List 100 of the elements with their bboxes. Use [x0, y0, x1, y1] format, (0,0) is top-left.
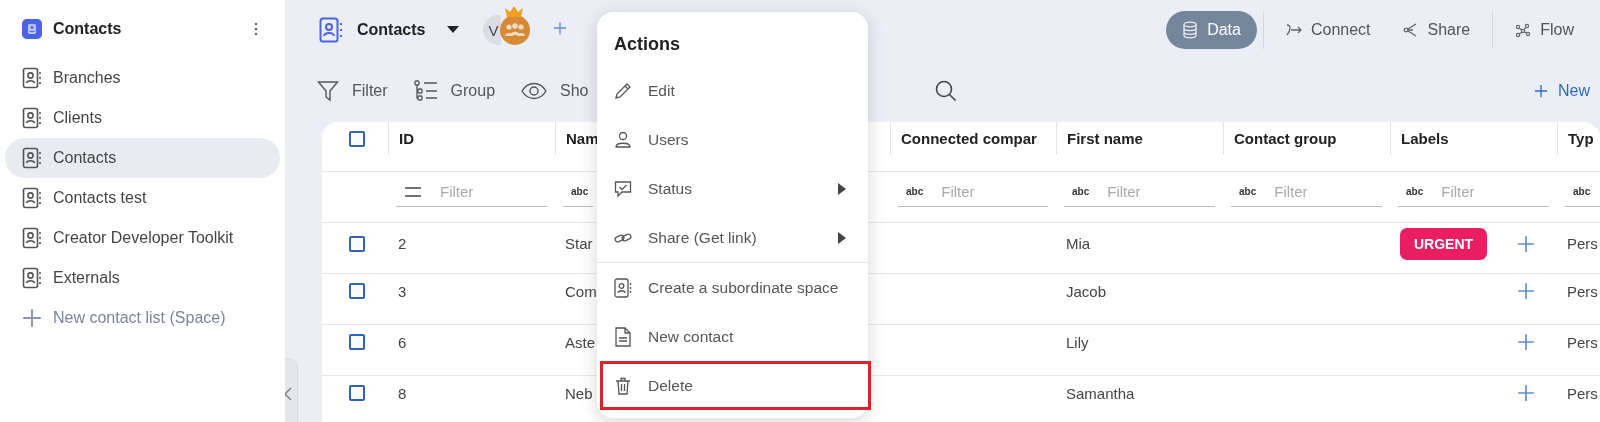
text-type-icon: abc [571, 186, 589, 197]
column-header[interactable]: Typ [1568, 130, 1594, 147]
contact-book-icon [22, 187, 42, 209]
app-logo-icon [22, 19, 42, 39]
menu-item[interactable]: New contact [597, 312, 868, 361]
sidebar-title: Contacts [53, 20, 123, 38]
view-tab[interactable]: Flow [1499, 11, 1590, 49]
table-cell: Pers [1567, 333, 1598, 351]
table-cell: Com [565, 282, 597, 300]
toolbar-button[interactable]: Sho [521, 82, 589, 100]
table-cell: Jacob [1066, 282, 1107, 300]
add-label-icon [1517, 333, 1535, 351]
contact-book-icon [614, 277, 632, 298]
menu-title: Actions [614, 33, 681, 56]
table-cell: Pers [1567, 384, 1598, 402]
checkbox[interactable] [349, 130, 365, 147]
group-tree-icon [413, 80, 438, 102]
new-button[interactable]: New [1534, 82, 1590, 100]
menu-item[interactable]: Create a subordinate space [597, 263, 868, 312]
equals-icon [404, 186, 422, 197]
contact-book-icon [22, 227, 42, 249]
document-icon [615, 326, 631, 347]
crown-icon [504, 5, 525, 17]
menu-item[interactable]: Share (Get link) [597, 213, 868, 262]
column-header[interactable]: ID [399, 130, 414, 147]
share-icon [1402, 23, 1419, 37]
person-icon [614, 130, 632, 149]
column-header[interactable]: Contact group [1234, 130, 1337, 147]
checkbox[interactable] [349, 385, 365, 401]
add-member-icon [553, 21, 568, 35]
table-cell: Mia [1066, 235, 1091, 252]
link-icon [614, 230, 632, 245]
chevron-left-icon [285, 387, 292, 401]
add-label-icon [1517, 282, 1535, 300]
filter-field[interactable]: abc Filter [898, 177, 1048, 207]
sidebar-item[interactable]: Creator Developer Toolkit [5, 218, 280, 258]
label-tag: URGENT [1400, 227, 1488, 260]
menu-item[interactable]: Edit [597, 66, 868, 115]
toolbar-button[interactable]: Group [413, 80, 496, 102]
plus-icon [22, 308, 42, 328]
table-cell: 8 [398, 384, 407, 402]
column-header[interactable]: Labels [1401, 130, 1449, 147]
text-type-icon: abc [906, 186, 924, 197]
plus-icon [1534, 84, 1548, 98]
filter-field[interactable]: abc Filter [1398, 177, 1549, 207]
table-cell: Lily [1066, 333, 1089, 351]
contact-book-icon [22, 107, 42, 129]
filter-funnel-icon [317, 80, 339, 102]
view-tab[interactable]: Data [1166, 11, 1257, 49]
contact-book-icon [22, 67, 42, 89]
filter-field[interactable]: abc [1565, 177, 1600, 207]
chat-check-icon [614, 179, 632, 198]
sidebar-item[interactable]: Contacts [5, 138, 280, 178]
sidebar-item[interactable]: Branches [5, 58, 280, 98]
connect-arrow-icon [1285, 23, 1302, 37]
table-cell: Pers [1567, 282, 1598, 300]
checkbox[interactable] [349, 235, 365, 252]
toolbar-button[interactable]: Filter [317, 80, 388, 102]
sidebar-item[interactable]: Contacts test [5, 178, 280, 218]
search-icon[interactable] [934, 80, 957, 102]
table-cell: 3 [398, 282, 407, 300]
add-label-icon [1517, 384, 1535, 402]
table-cell: Neb [565, 384, 593, 402]
database-icon [1182, 21, 1199, 39]
contact-book-icon [319, 17, 343, 43]
filter-field[interactable]: abc [563, 177, 593, 207]
text-type-icon: abc [1239, 186, 1257, 197]
menu-item[interactable]: Delete [600, 361, 871, 410]
column-header[interactable]: First name [1067, 130, 1143, 147]
text-type-icon: abc [1406, 186, 1424, 197]
menu-item[interactable]: Users [597, 115, 868, 164]
text-type-icon: abc [1072, 186, 1090, 197]
checkbox[interactable] [349, 283, 365, 299]
sidebar-item[interactable]: Externals [5, 258, 280, 298]
add-label-icon [1517, 234, 1535, 253]
table-cell: Aste [565, 333, 595, 351]
view-tab[interactable]: Share [1386, 11, 1487, 49]
pencil-icon [614, 81, 632, 100]
space-title: Contacts [357, 21, 426, 39]
text-type-icon: abc [1573, 186, 1591, 197]
column-header[interactable]: Nam [566, 130, 599, 147]
add-space-item[interactable]: New contact list (Space) [5, 298, 280, 338]
table-cell: Star [565, 235, 593, 252]
column-header[interactable]: Connected compar [901, 130, 1037, 147]
flow-nodes-icon [1515, 23, 1532, 37]
contact-book-icon [22, 147, 42, 169]
checkbox[interactable] [349, 334, 365, 350]
trash-icon [615, 376, 631, 395]
eye-icon [521, 82, 548, 100]
table-cell: Samantha [1066, 384, 1135, 402]
sidebar-item[interactable]: Clients [5, 98, 280, 138]
view-tab[interactable]: Connect [1269, 11, 1387, 49]
caret-down-icon[interactable] [447, 26, 460, 34]
menu-item[interactable]: Status [597, 164, 868, 213]
filter-field[interactable]: abc Filter [1064, 177, 1215, 207]
filter-field[interactable]: abc Filter [1231, 177, 1382, 207]
more-options-icon[interactable] [254, 22, 258, 36]
table-cell: 6 [398, 333, 407, 351]
user-avatar[interactable]: V [483, 15, 502, 45]
table-cell: Pers [1567, 235, 1598, 252]
